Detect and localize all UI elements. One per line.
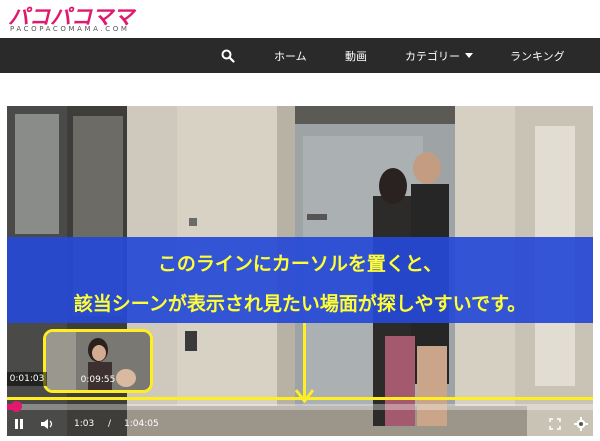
arrow-down-icon [295, 389, 314, 403]
instruction-banner: このラインにカーソルを置くと、 該当シーンが表示され見たい場面が探しやすいです。 [7, 237, 593, 323]
nav-item-videos[interactable]: 動画 [345, 48, 367, 64]
fullscreen-icon[interactable] [549, 418, 561, 430]
video-player[interactable]: このラインにカーソルを置くと、 該当シーンが表示され見たい場面が探しやすいです。… [7, 106, 593, 436]
current-time: 1:03 [74, 419, 95, 429]
nav-item-home[interactable]: ホーム [274, 48, 307, 64]
annotation-arrow-line [303, 323, 306, 397]
main-nav: ホーム 動画 カテゴリー ランキング [0, 38, 600, 73]
search-icon[interactable] [221, 49, 235, 63]
settings-icon[interactable] [574, 417, 588, 431]
pause-icon[interactable] [13, 418, 25, 430]
site-logo-subtitle: PACOPACOMAMA.COM [10, 25, 130, 33]
instruction-line-1: このラインにカーソルを置くと、 [157, 253, 443, 275]
preview-timestamp: 0:09:55 [80, 375, 116, 385]
nav-item-categories-label: カテゴリー [405, 50, 460, 63]
brand-bar: パコパコママ PACOPACOMAMA.COM [0, 0, 600, 38]
nav-item-categories[interactable]: カテゴリー [405, 48, 473, 64]
seek-highlight-line [7, 397, 593, 400]
instruction-line-2: 該当シーンが表示され見たい場面が探しやすいです。 [73, 293, 527, 315]
volume-icon[interactable] [40, 418, 54, 430]
time-separator: / [108, 419, 112, 429]
hover-timestamp: 0:01:03 [7, 372, 47, 386]
seek-bar[interactable] [7, 401, 593, 412]
scene-preview-thumbnail: 0:09:55 [43, 329, 153, 393]
chevron-down-icon [465, 53, 473, 58]
player-controls: 1:03 / 1:04:05 [7, 412, 593, 436]
nav-item-ranking[interactable]: ランキング [510, 48, 565, 64]
total-duration: 1:04:05 [124, 419, 159, 429]
